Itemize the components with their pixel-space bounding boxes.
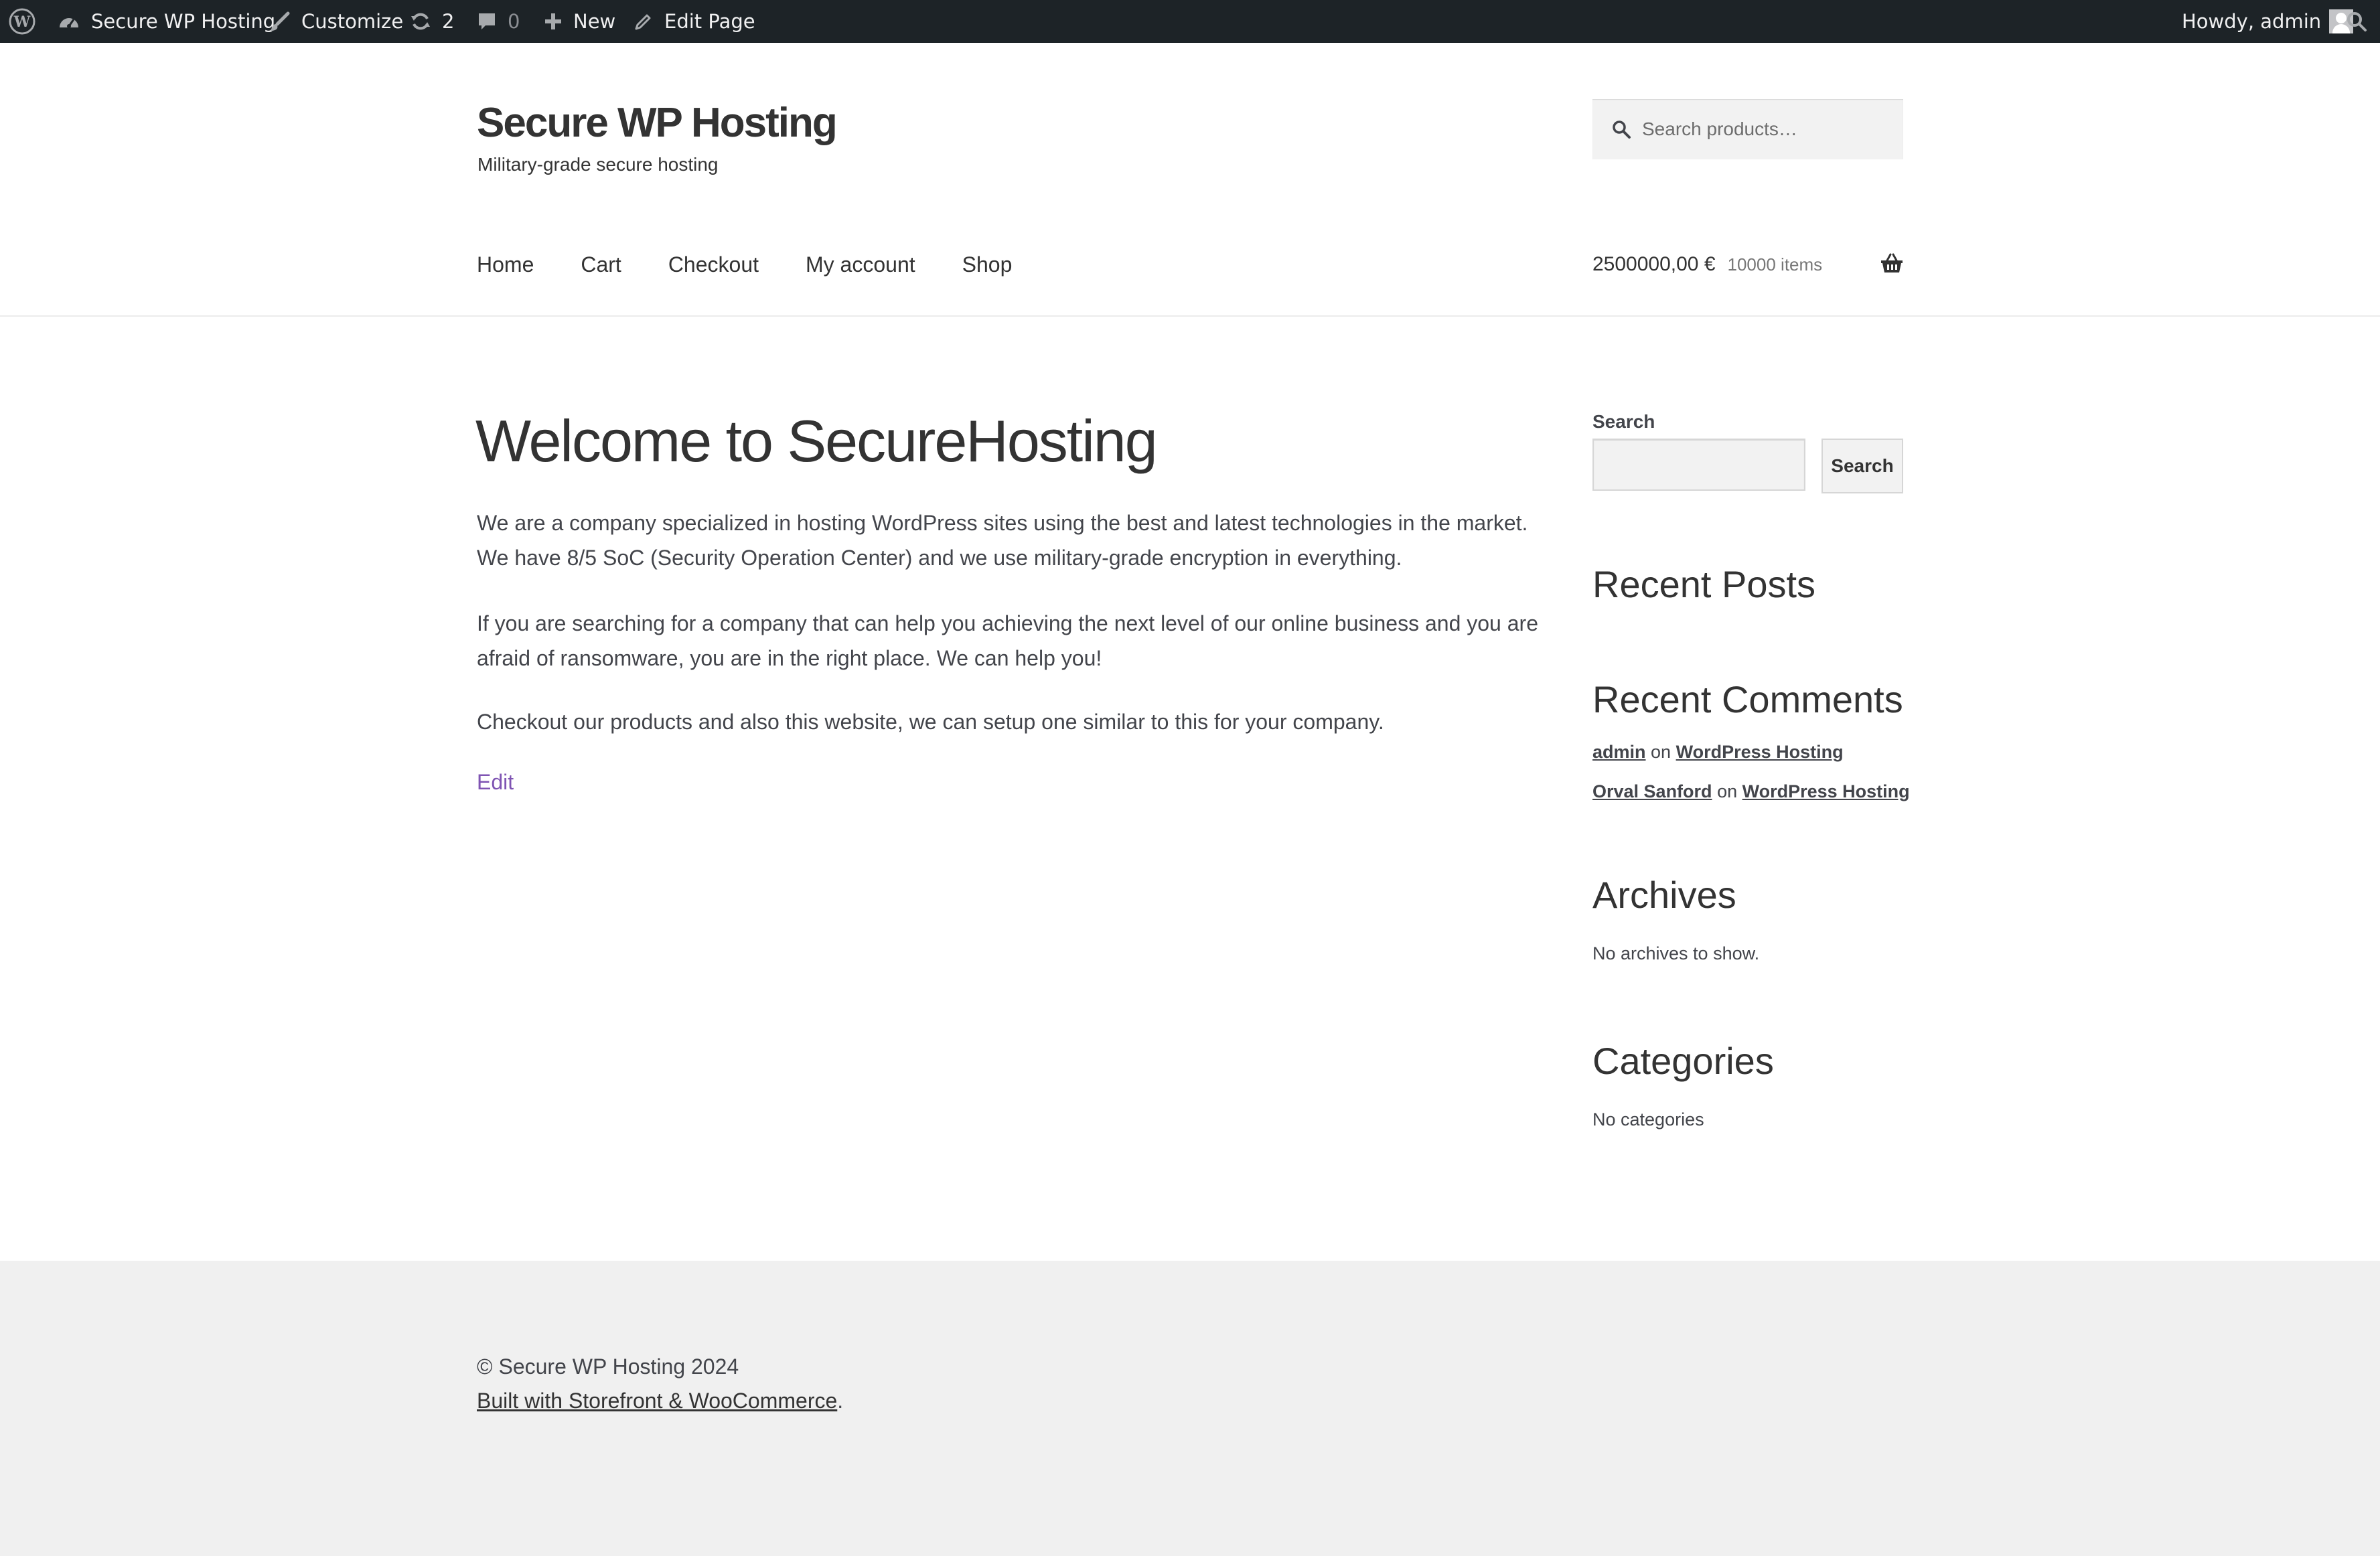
comment-connector: on — [1717, 781, 1738, 801]
paintbrush-icon — [269, 11, 291, 32]
content-paragraph: Checkout our products and also this webs… — [477, 710, 1384, 734]
archives-heading: Archives — [1592, 874, 1736, 916]
admin-bar-site-name-label: Secure WP Hosting — [91, 10, 276, 33]
dashboard-gauge-icon — [58, 11, 80, 31]
admin-bar-customize[interactable]: Customize — [269, 0, 403, 43]
shopping-basket-icon — [1880, 253, 1903, 277]
comment-bubble-icon — [477, 11, 497, 31]
wordpress-logo-icon: W — [8, 7, 36, 35]
admin-bar: W Secure WP Hosting Customize 2 0 New Ed… — [0, 0, 2380, 43]
categories-empty-message: No categories — [1592, 1109, 1704, 1130]
admin-bar-customize-label: Customize — [301, 10, 404, 33]
admin-bar-new-label: New — [573, 10, 616, 33]
pencil-icon — [634, 11, 654, 31]
nav-item-home[interactable]: Home — [477, 252, 534, 277]
admin-bar-comments[interactable]: 0 — [477, 0, 520, 43]
footer-credit-suffix: . — [837, 1389, 844, 1413]
admin-bar-updates[interactable]: 2 — [410, 0, 454, 43]
search-icon — [1611, 119, 1631, 143]
recent-comments-heading: Recent Comments — [1592, 678, 1903, 720]
sidebar-search-input[interactable] — [1592, 439, 1805, 491]
comment-post-link[interactable]: WordPress Hosting — [1742, 781, 1910, 801]
product-search — [1592, 99, 1903, 159]
admin-bar-edit-label: Edit Page — [664, 10, 755, 33]
site-footer: © Secure WP Hosting 2024 Built with Stor… — [0, 1261, 2380, 1556]
nav-item-my-account[interactable]: My account — [806, 252, 915, 277]
admin-bar-edit-page[interactable]: Edit Page — [634, 0, 755, 43]
content-paragraph: We are a company specialized in hosting … — [477, 511, 1528, 570]
site-description: Military-grade secure hosting — [477, 154, 719, 175]
svg-text:W: W — [13, 13, 31, 31]
admin-bar-account[interactable]: Howdy, admin — [2182, 0, 2354, 43]
recent-comment-item: Orval Sanford on WordPress Hosting — [1592, 781, 1910, 802]
comment-post-link[interactable]: WordPress Hosting — [1676, 742, 1844, 762]
archives-empty-message: No archives to show. — [1592, 943, 1760, 963]
comment-author-link[interactable]: Orval Sanford — [1592, 781, 1712, 801]
edit-page-link[interactable]: Edit — [477, 770, 514, 795]
comment-author-link[interactable]: admin — [1592, 742, 1646, 762]
cart-item-count: 10000 items — [1727, 254, 1823, 275]
categories-heading: Categories — [1592, 1040, 1774, 1082]
page-title: Welcome to SecureHosting — [475, 408, 1158, 474]
recent-comment-item: admin on WordPress Hosting — [1592, 742, 1844, 763]
admin-greeting: Howdy, admin — [2182, 10, 2322, 33]
sidebar-search-label: Search — [1592, 411, 1655, 432]
nav-item-checkout[interactable]: Checkout — [668, 252, 759, 277]
nav-item-cart[interactable]: Cart — [581, 252, 621, 277]
comment-connector: on — [1651, 742, 1671, 762]
content-paragraph: If you are searching for a company that … — [477, 611, 1538, 670]
primary-navigation: Home Cart Checkout My account Shop — [477, 248, 1012, 281]
cart-amount: 2500000,00 € — [1592, 253, 1716, 275]
updates-count: 2 — [442, 10, 455, 33]
recent-posts-heading: Recent Posts — [1592, 563, 1816, 605]
product-search-input[interactable] — [1642, 99, 1896, 159]
footer-credit-link[interactable]: Built with Storefront & WooCommerce — [477, 1389, 837, 1413]
updates-refresh-icon — [410, 11, 431, 32]
plus-icon — [544, 12, 563, 31]
header-cart[interactable]: 2500000,00 € 10000 items — [1592, 248, 1903, 281]
admin-bar-search[interactable] — [2345, 0, 2368, 43]
comments-count: 0 — [508, 10, 520, 33]
footer-credit: Built with Storefront & WooCommerce. — [477, 1389, 843, 1413]
footer-copyright: © Secure WP Hosting 2024 — [477, 1354, 739, 1379]
admin-bar-new[interactable]: New — [544, 0, 615, 43]
wordpress-logo-menu[interactable]: W — [8, 0, 36, 43]
nav-item-shop[interactable]: Shop — [962, 252, 1013, 277]
site-title[interactable]: Secure WP Hosting — [477, 99, 838, 147]
admin-bar-site-name[interactable]: Secure WP Hosting — [58, 0, 275, 43]
sidebar-search-button[interactable]: Search — [1821, 439, 1903, 493]
search-icon — [2345, 10, 2368, 33]
header-divider — [0, 315, 2380, 317]
